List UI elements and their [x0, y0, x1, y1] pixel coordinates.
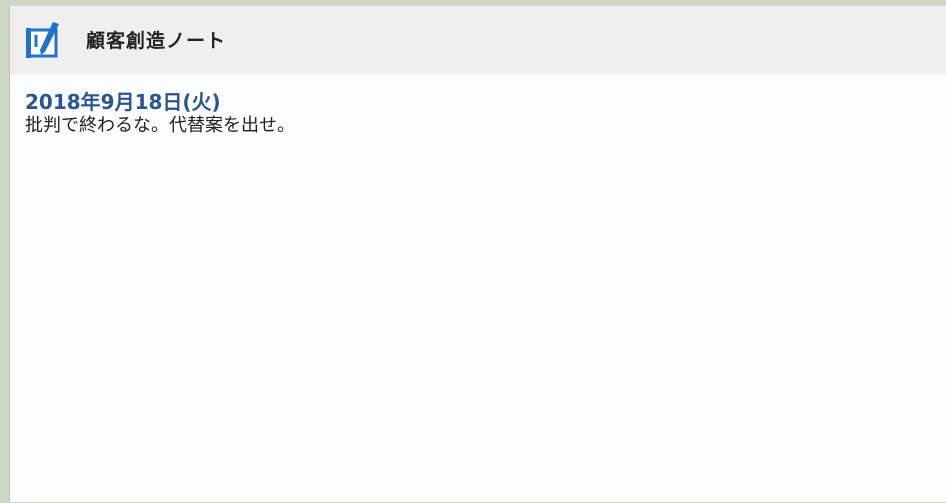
note-message: 批判で終わるな。代替案を出せ。: [25, 115, 295, 136]
note-content: 2018年9月18日(火) 批判で終わるな。代替案を出せ。: [25, 90, 936, 137]
note-window: 顧客創造ノート 2018年9月18日(火) 批判で終わるな。代替案を出せ。: [9, 5, 946, 502]
notebook-pen-icon: [26, 22, 59, 58]
app-title: 顧客創造ノート: [86, 30, 227, 52]
header-bar: 顧客創造ノート: [10, 6, 946, 75]
note-date: 2018年9月18日(火): [25, 90, 221, 114]
